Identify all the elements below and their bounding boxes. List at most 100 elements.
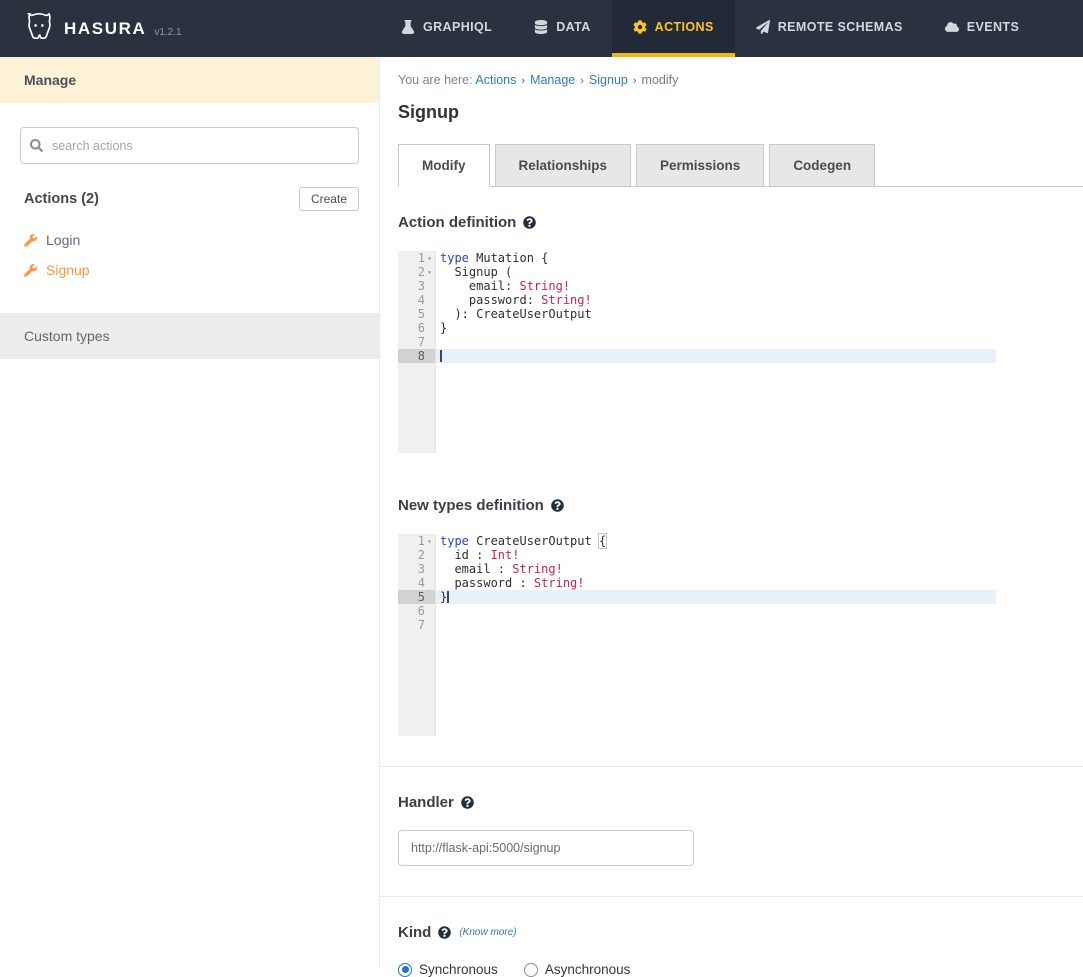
- sidebar: Manage Actions (2) Create Login Signup Cu…: [0, 57, 380, 968]
- breadcrumb-item-signup[interactable]: Signup: [589, 73, 628, 87]
- breadcrumb-separator: ›: [521, 75, 525, 87]
- tab-permissions[interactable]: Permissions: [636, 144, 764, 187]
- breadcrumb: You are here: Actions › Manage › Signup › modi…: [398, 73, 1083, 87]
- radio-icon: [398, 963, 412, 977]
- gutter-line-number: 6: [398, 321, 435, 335]
- tab-codegen[interactable]: Codegen: [769, 144, 875, 187]
- code-line: [436, 604, 996, 618]
- code-line: password : String!: [436, 576, 996, 590]
- create-action-button[interactable]: Create: [299, 187, 359, 211]
- breadcrumb-item-actions[interactable]: Actions: [475, 73, 516, 87]
- nav-item-remote-schemas[interactable]: REMOTE SCHEMAS: [735, 0, 924, 57]
- help-icon[interactable]: [438, 926, 451, 939]
- code-line: email : String!: [436, 562, 996, 576]
- tab-relationships[interactable]: Relationships: [495, 144, 632, 187]
- code-line: type Mutation {: [436, 251, 996, 265]
- editor-gutter: 1▾2▾345678: [398, 251, 435, 453]
- database-icon: [534, 20, 548, 34]
- code-line: [436, 335, 996, 349]
- new-types-editor[interactable]: 1▾234567 type CreateUserOutput { id : In…: [398, 534, 996, 736]
- gutter-line-number: 4: [398, 293, 435, 307]
- nav-item-actions[interactable]: ACTIONS: [612, 0, 735, 57]
- tab-bar: ModifyRelationshipsPermissionsCodegen: [398, 144, 1083, 187]
- kind-radio-synchronous[interactable]: Synchronous: [398, 962, 498, 977]
- text-cursor: [440, 350, 442, 362]
- flask-icon: [401, 20, 415, 34]
- breadcrumb-item-manage[interactable]: Manage: [530, 73, 575, 87]
- editor-gutter: 1▾234567: [398, 534, 435, 736]
- editor-code-area[interactable]: type CreateUserOutput { id : Int! email …: [435, 534, 996, 736]
- gutter-line-number: 3: [398, 562, 435, 576]
- section-divider: [380, 896, 1083, 897]
- gutter-line-number: 8: [398, 349, 435, 363]
- fold-caret-icon[interactable]: ▾: [425, 268, 434, 277]
- code-line: ): CreateUserOutput: [436, 307, 996, 321]
- sidebar-section-custom-types[interactable]: Custom types: [0, 313, 379, 359]
- breadcrumb-separator: ›: [633, 75, 637, 87]
- know-more-link[interactable]: (Know more): [459, 927, 516, 938]
- section-divider: [380, 766, 1083, 767]
- handler-heading: Handler: [398, 794, 454, 811]
- gutter-line-number: 3: [398, 279, 435, 293]
- code-line: [436, 349, 996, 363]
- nav-item-graphiql[interactable]: GRAPHIQL: [380, 0, 513, 57]
- breadcrumb-prefix: You are here:: [398, 73, 475, 87]
- gutter-line-number: 5: [398, 590, 435, 604]
- code-line: }: [436, 590, 996, 604]
- handler-url-input[interactable]: [398, 830, 694, 866]
- paper-plane-icon: [756, 20, 770, 34]
- help-icon[interactable]: [461, 796, 474, 809]
- hasura-brand[interactable]: HASURA v1.2.1: [0, 0, 380, 57]
- code-line: id : Int!: [436, 548, 996, 562]
- kind-radio-group: Synchronous Asynchronous: [398, 962, 1083, 977]
- gutter-line-number: 1▾: [398, 534, 435, 548]
- cloud-icon: [945, 20, 959, 34]
- radio-label: Synchronous: [419, 962, 498, 977]
- search-actions-input[interactable]: [20, 127, 359, 164]
- nav-item-events[interactable]: EVENTS: [924, 0, 1040, 57]
- nav-label: GRAPHIQL: [423, 20, 492, 34]
- wrench-icon: [24, 234, 37, 247]
- page-title: Signup: [398, 102, 1083, 123]
- nav-label: ACTIONS: [655, 20, 714, 34]
- breadcrumb-item-modify: modify: [642, 73, 679, 87]
- help-icon[interactable]: [523, 216, 536, 229]
- gutter-line-number: 5: [398, 307, 435, 321]
- code-line: email: String!: [436, 279, 996, 293]
- nav-label: EVENTS: [967, 20, 1019, 34]
- search-wrap: [20, 127, 359, 164]
- sidebar-section-manage[interactable]: Manage: [0, 57, 379, 103]
- hasura-logo-icon: [24, 11, 54, 46]
- code-line: type CreateUserOutput {: [436, 534, 996, 548]
- new-types-heading: New types definition: [398, 497, 544, 514]
- kind-radio-asynchronous[interactable]: Asynchronous: [524, 962, 631, 977]
- main-nav: GRAPHIQL DATA ACTIONS REMOTE SCHEMAS EVENTS: [380, 0, 1040, 57]
- nav-item-data[interactable]: DATA: [513, 0, 611, 57]
- brand-name: HASURA: [64, 19, 146, 39]
- fold-caret-icon[interactable]: ▾: [425, 537, 434, 546]
- action-label: Login: [46, 232, 80, 248]
- tab-modify[interactable]: Modify: [398, 144, 490, 187]
- text-cursor: [447, 591, 449, 603]
- action-definition-editor[interactable]: 1▾2▾345678 type Mutation { Signup ( emai…: [398, 251, 996, 453]
- main-content: You are here: Actions › Manage › Signup › modi…: [380, 57, 1083, 968]
- gutter-line-number: 1▾: [398, 251, 435, 265]
- code-line: password: String!: [436, 293, 996, 307]
- gutter-line-number: 6: [398, 604, 435, 618]
- gutter-line-number: 2: [398, 548, 435, 562]
- help-icon[interactable]: [551, 499, 564, 512]
- fold-caret-icon[interactable]: ▾: [425, 254, 434, 263]
- wrench-icon: [24, 264, 37, 277]
- kind-heading: Kind: [398, 924, 431, 941]
- actions-count-heading: Actions (2): [24, 191, 99, 207]
- nav-label: DATA: [556, 20, 590, 34]
- action-label: Signup: [46, 262, 90, 278]
- breadcrumb-separator: ›: [580, 75, 584, 87]
- version-label: v1.2.1: [154, 27, 181, 38]
- gutter-line-number: 7: [398, 335, 435, 349]
- radio-icon: [524, 963, 538, 977]
- gutter-line-number: 2▾: [398, 265, 435, 279]
- editor-code-area[interactable]: type Mutation { Signup ( email: String! …: [435, 251, 996, 453]
- sidebar-action-login[interactable]: Login: [0, 225, 379, 255]
- sidebar-action-signup[interactable]: Signup: [0, 255, 379, 285]
